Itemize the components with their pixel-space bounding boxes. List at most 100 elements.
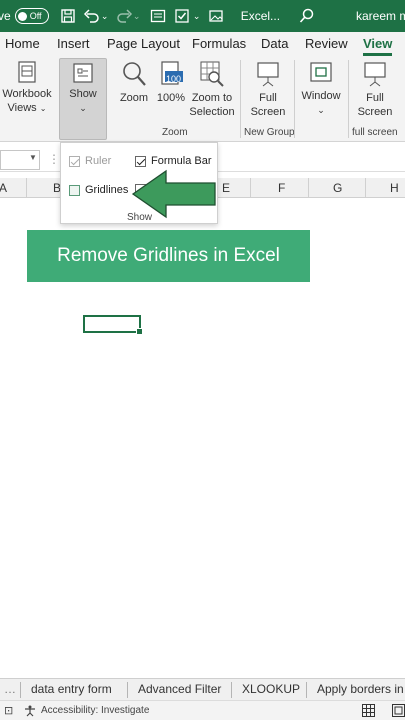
qat-customize-icon[interactable]: ⌄ — [193, 7, 201, 25]
zoom-100-badge: 100 — [166, 74, 182, 84]
magnifier-icon — [121, 60, 147, 88]
column-divider — [26, 178, 27, 198]
full-screen-group-label: full screen — [352, 127, 398, 138]
autosave-toggle[interactable]: Off — [14, 8, 49, 24]
show-button[interactable]: Show ⌄ — [60, 62, 106, 115]
workbook-views-label-2: Views ⌄ — [7, 102, 47, 114]
show-label: Show — [69, 88, 97, 100]
checkbox-control-icon[interactable] — [173, 7, 191, 25]
tab-home[interactable]: Home — [5, 36, 40, 51]
column-header-f[interactable]: F — [278, 181, 285, 195]
normal-view-icon[interactable] — [362, 704, 375, 720]
column-header-e[interactable]: E — [222, 181, 230, 195]
zoom-to-label-2: Selection — [189, 106, 235, 118]
undo-icon[interactable] — [83, 7, 101, 25]
formula-bar-checkbox[interactable] — [135, 155, 146, 167]
zoom-100-icon: 100 — [159, 60, 183, 88]
zoom-label: Zoom — [119, 92, 149, 104]
redo-icon[interactable] — [115, 7, 133, 25]
column-header-h[interactable]: H — [390, 181, 399, 195]
undo-dropdown-icon[interactable]: ⌄ — [101, 7, 109, 25]
zoom-button[interactable]: Zoom — [114, 60, 154, 105]
ruler-option: Ruler — [69, 155, 111, 167]
column-divider — [308, 178, 309, 198]
tab-view[interactable]: View — [363, 36, 393, 56]
ribbon-tabs: Home Insert Page Layout Formulas Data Re… — [0, 32, 405, 56]
arrow-left-icon — [131, 169, 216, 219]
sheet-scroll-dots-icon[interactable]: … — [4, 682, 16, 696]
selected-cell[interactable] — [83, 315, 143, 335]
ribbon-separator — [240, 60, 241, 138]
workbook-views-button[interactable]: Workbook Views ⌄ — [0, 60, 54, 116]
workbook-views-icon — [16, 60, 38, 84]
sheet-tabs-bar: … data entry form Advanced Filter XLOOKU… — [0, 678, 405, 700]
column-divider — [250, 178, 251, 198]
zoom-to-selection-button[interactable]: Zoom to Selection — [188, 60, 236, 119]
ribbon-separator — [294, 60, 295, 138]
redo-dropdown-icon[interactable]: ⌄ — [133, 7, 141, 25]
full-screen-label-2: Screen — [250, 106, 286, 118]
zoom-100-button[interactable]: 100 100% — [156, 60, 186, 105]
sheet-tab-data-entry-form[interactable]: data entry form — [31, 682, 112, 696]
toggle-state: Off — [29, 11, 42, 21]
title-bar: ve Off ⌄ ⌄ ⌄ Excel... kareem m — [0, 0, 405, 32]
gridlines-label: Gridlines — [85, 184, 129, 196]
macro-record-icon[interactable]: ⊡ — [4, 704, 13, 717]
ribbon-separator — [348, 60, 349, 138]
accessibility-icon[interactable] — [24, 705, 36, 720]
zoom-to-label-1: Zoom to — [191, 92, 233, 104]
zoom-to-selection-icon — [199, 60, 225, 88]
picture-icon[interactable] — [207, 7, 225, 25]
workbook-views-label-1: Workbook — [2, 88, 52, 100]
tab-page-layout[interactable]: Page Layout — [107, 36, 180, 51]
zoom-100-label: 100% — [156, 92, 186, 104]
gridlines-option[interactable]: Gridlines — [69, 184, 128, 196]
save-icon[interactable] — [59, 7, 77, 25]
sheet-tab-separator — [20, 682, 21, 698]
tab-formulas[interactable]: Formulas — [192, 36, 246, 51]
full-screen-button-2[interactable]: Full Screen — [353, 60, 397, 119]
formula-bar-label: Formula Bar — [151, 155, 212, 167]
user-name[interactable]: kareem m — [356, 9, 405, 23]
tab-data[interactable]: Data — [261, 36, 288, 51]
accessibility-status[interactable]: Accessibility: Investigate — [41, 705, 149, 716]
full-screen-label-1: Full — [259, 92, 277, 104]
full-screen-button[interactable]: Full Screen — [246, 60, 290, 119]
ruler-label: Ruler — [85, 155, 112, 167]
ribbon: Workbook Views ⌄ Show ⌄ Zoom 100 100% Zo… — [0, 56, 405, 142]
full-screen-2-label-1: Full — [366, 92, 384, 104]
projector-icon — [255, 60, 281, 88]
window-button[interactable]: Window ⌄ — [298, 60, 344, 117]
search-icon[interactable] — [298, 7, 316, 25]
name-box-dropdown-icon[interactable]: ▼ — [29, 153, 37, 162]
autosave-label: ve — [0, 9, 11, 23]
sheet-tab-xlookup[interactable]: XLOOKUP — [242, 682, 300, 696]
column-header-a[interactable]: A — [0, 181, 7, 195]
status-bar: ⊡ Accessibility: Investigate — [0, 700, 405, 720]
new-group-label: New Group — [244, 127, 295, 138]
tab-insert[interactable]: Insert — [57, 36, 90, 51]
document-title: Excel... — [240, 9, 281, 23]
column-divider — [365, 178, 366, 198]
sheet-tab-separator — [231, 682, 232, 698]
form-icon[interactable] — [149, 7, 167, 25]
gridlines-checkbox[interactable] — [69, 184, 80, 196]
page-layout-view-icon[interactable] — [392, 704, 405, 720]
full-screen-2-label-2: Screen — [357, 106, 393, 118]
sheet-tab-apply-borders[interactable]: Apply borders in — [317, 682, 404, 696]
window-chevron-icon: ⌄ — [317, 105, 325, 115]
sheet-tab-separator — [127, 682, 128, 698]
show-icon — [72, 62, 94, 84]
column-header-g[interactable]: G — [333, 181, 342, 195]
sheet-tab-advanced-filter[interactable]: Advanced Filter — [138, 682, 221, 696]
tab-review[interactable]: Review — [305, 36, 348, 51]
window-label: Window — [301, 90, 341, 102]
ruler-checkbox — [69, 155, 80, 167]
window-icon — [308, 60, 334, 86]
chevron-down-icon: ⌄ — [39, 104, 47, 113]
formula-bar-option[interactable]: Formula Bar — [135, 155, 212, 167]
projector-icon — [362, 60, 388, 88]
toggle-knob — [17, 11, 27, 21]
formula-bar-grip-icon[interactable]: ⋮ — [48, 152, 60, 166]
title-banner: Remove Gridlines in Excel — [27, 230, 310, 282]
